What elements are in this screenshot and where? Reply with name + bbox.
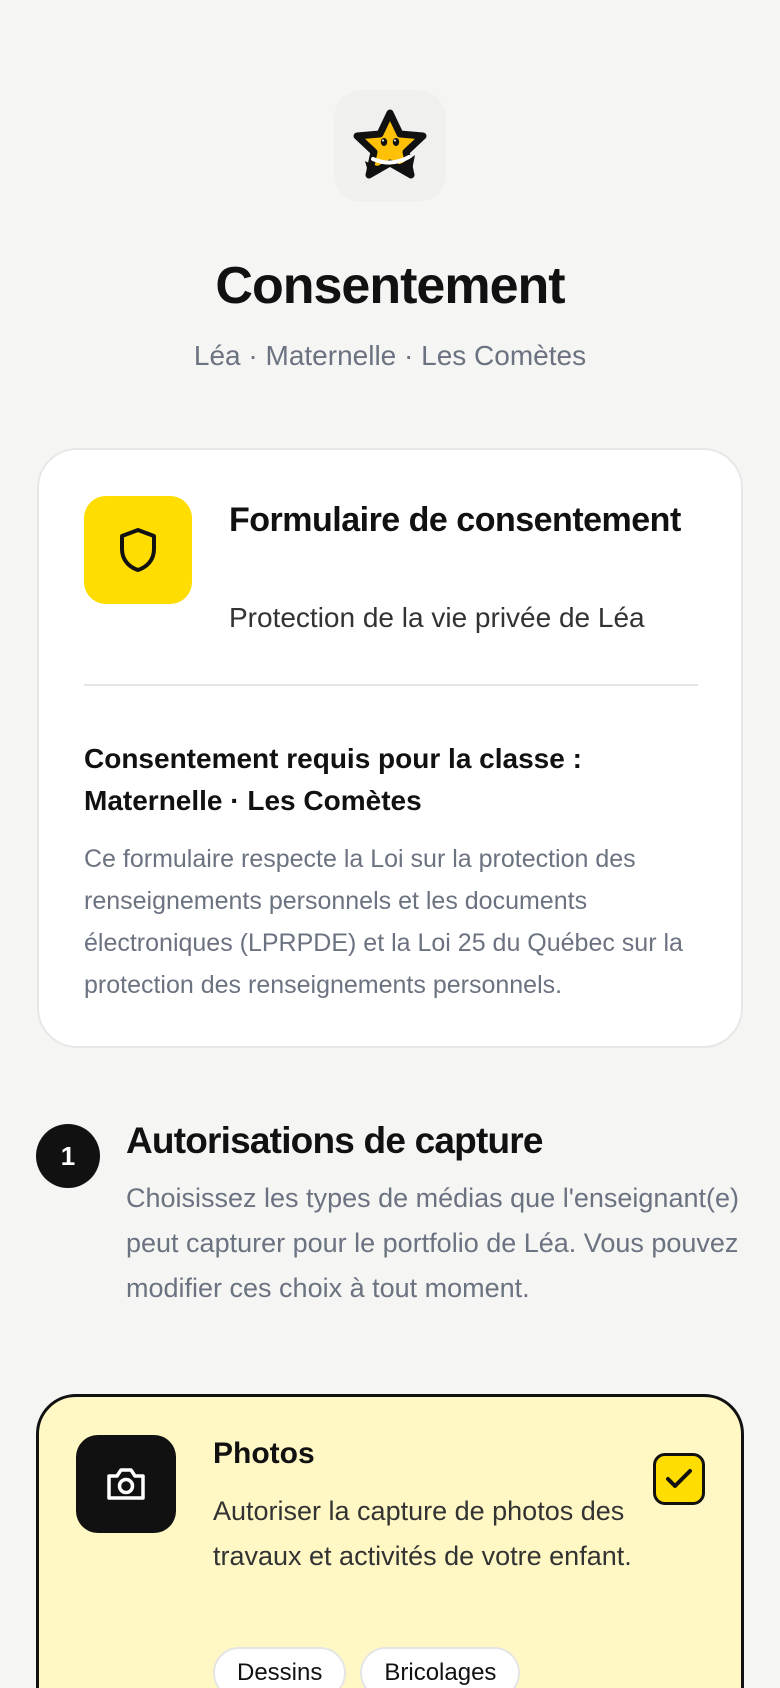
camera-badge <box>76 1435 176 1533</box>
step-number-badge: 1 <box>36 1124 100 1188</box>
card-divider <box>84 684 698 686</box>
photos-option-title: Photos <box>213 1437 315 1470</box>
tag-dessins[interactable]: Dessins <box>213 1647 347 1688</box>
app-logo <box>334 90 446 202</box>
photos-checkbox[interactable] <box>653 1453 705 1505</box>
required-consent-title: Consentement requis pour la classe : Mat… <box>84 743 582 816</box>
photos-option-card[interactable]: Photos Autoriser la capture de photos de… <box>36 1394 744 1688</box>
legal-notice-text: Ce formulaire respecte la Loi sur la pro… <box>84 845 683 999</box>
consent-info-card: Formulaire de consentement Protection de… <box>37 448 743 1048</box>
star-mascot-icon <box>353 109 427 179</box>
tag-bricolages[interactable]: Bricolages <box>360 1647 521 1688</box>
photos-option-description: Autoriser la capture de photos des trava… <box>213 1496 632 1571</box>
shield-badge <box>84 496 192 604</box>
camera-icon <box>107 1468 145 1500</box>
consent-form-title: Formulaire de consentement <box>229 501 681 539</box>
step-description: Choisissez les types de médias que l'ens… <box>126 1183 739 1303</box>
step-title: Autorisations de capture <box>126 1120 543 1161</box>
checkmark-icon <box>666 1469 692 1488</box>
page-title: Consentement <box>215 257 565 315</box>
shield-icon <box>120 528 156 572</box>
page-subtitle: Léa · Maternelle · Les Comètes <box>193 340 587 371</box>
consent-form-subtitle: Protection de la vie privée de Léa <box>229 602 645 633</box>
photos-tag-list: Dessins Bricolages <box>213 1647 521 1688</box>
